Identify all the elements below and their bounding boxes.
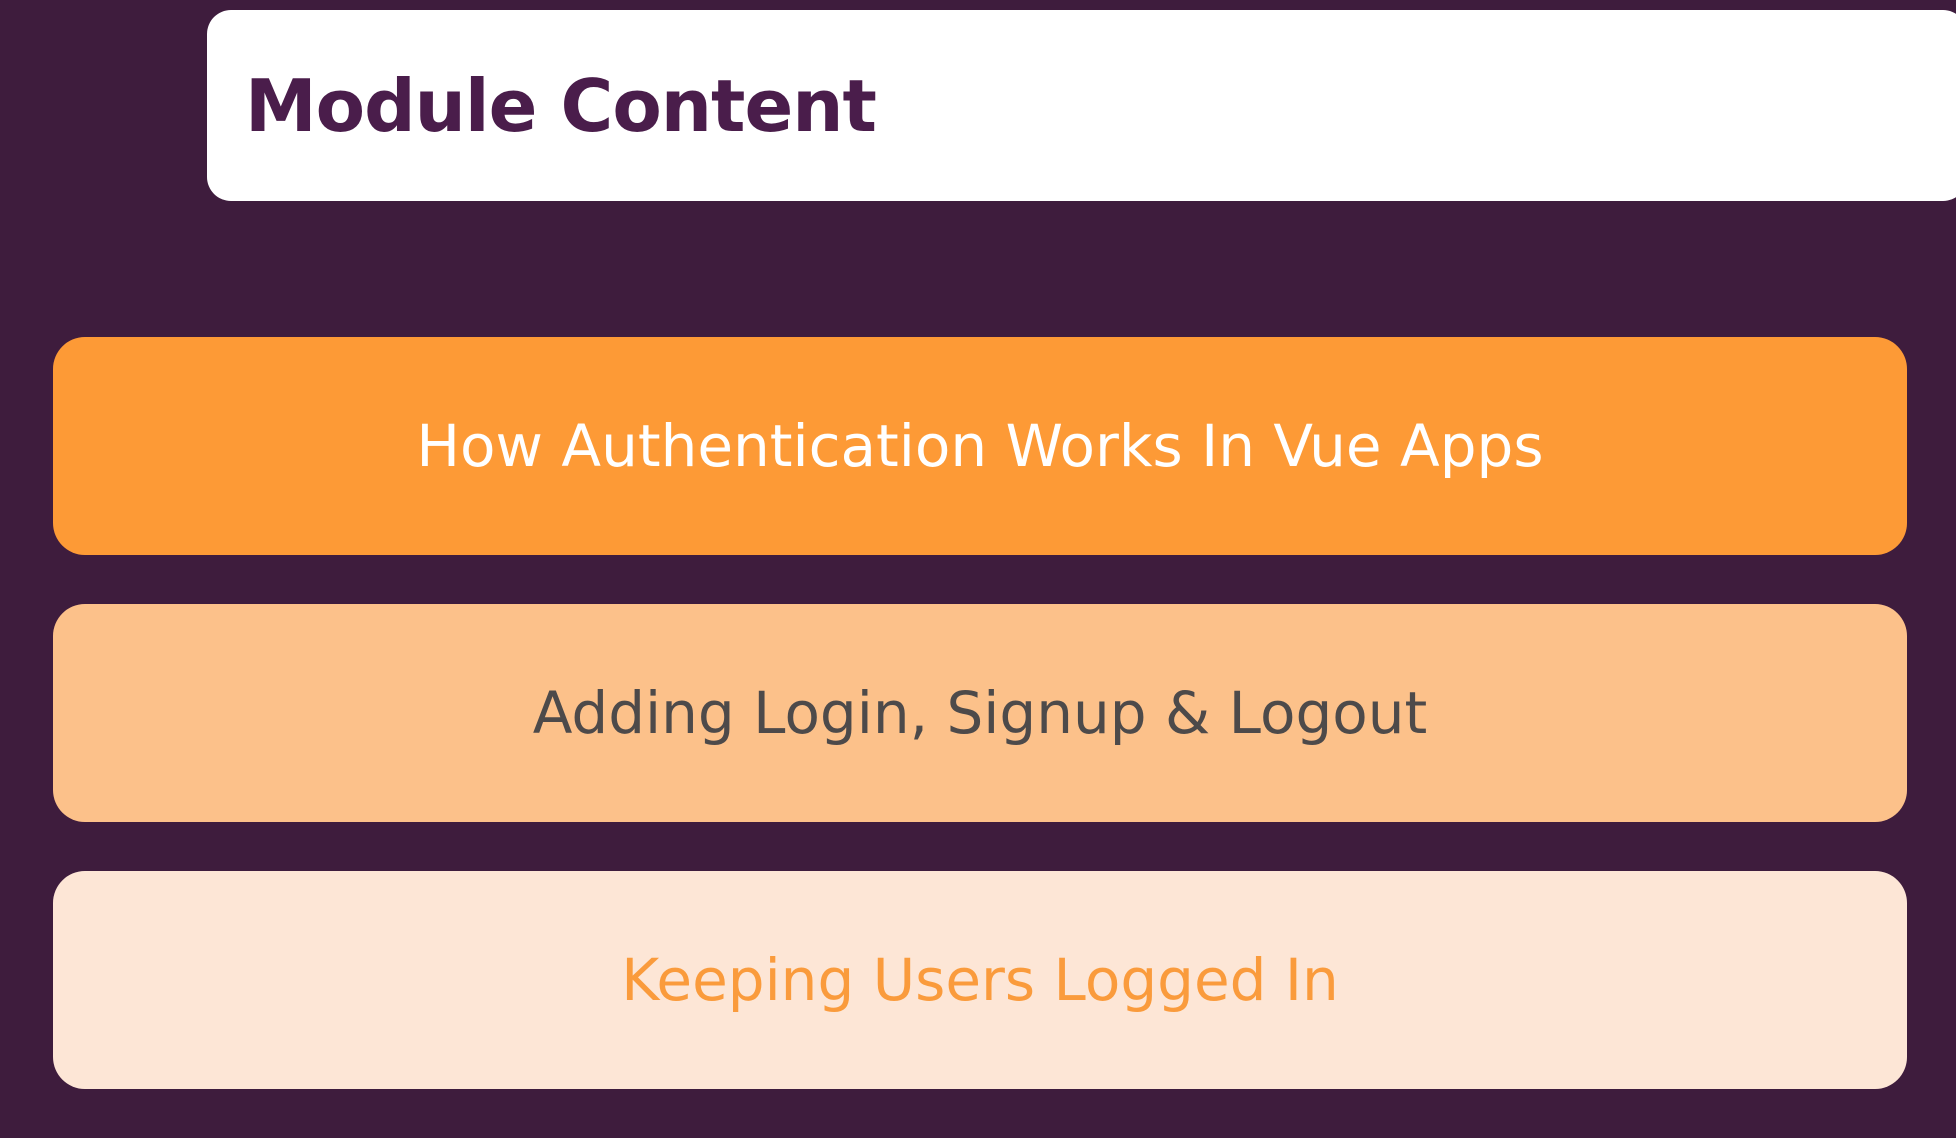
module-item-label: How Authentication Works In Vue Apps bbox=[416, 412, 1544, 480]
module-item-label: Adding Login, Signup & Logout bbox=[532, 679, 1428, 747]
module-item-authentication[interactable]: How Authentication Works In Vue Apps bbox=[53, 337, 1907, 555]
module-header: Module Content bbox=[207, 10, 1956, 201]
page-title: Module Content bbox=[245, 63, 877, 148]
module-item-login-signup-logout[interactable]: Adding Login, Signup & Logout bbox=[53, 604, 1907, 822]
module-item-keeping-logged-in[interactable]: Keeping Users Logged In bbox=[53, 871, 1907, 1089]
module-item-label: Keeping Users Logged In bbox=[621, 946, 1339, 1014]
